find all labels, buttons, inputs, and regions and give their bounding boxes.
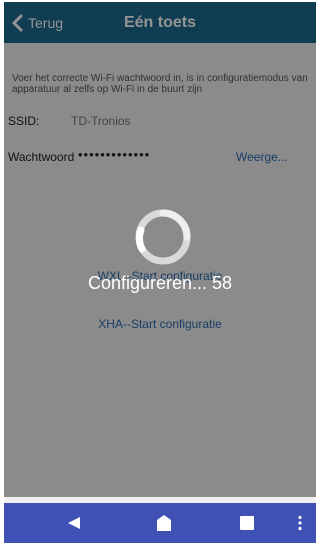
home-icon (157, 515, 171, 531)
loading-status-text: Configureren... 58 (87, 273, 233, 293)
more-vertical-icon (298, 515, 302, 531)
nav-more-button[interactable] (290, 503, 310, 543)
nav-recent-apps-button[interactable] (232, 503, 262, 543)
square-recent-icon (240, 516, 254, 530)
nav-home-button[interactable] (149, 503, 179, 543)
system-navigation-bar (4, 503, 316, 543)
loading-spinner-icon (130, 204, 196, 270)
phone-screen: Terug Eén toets Voer het correcte Wi-Fi … (4, 2, 316, 543)
triangle-back-icon (68, 517, 80, 529)
nav-back-button[interactable] (59, 503, 89, 543)
